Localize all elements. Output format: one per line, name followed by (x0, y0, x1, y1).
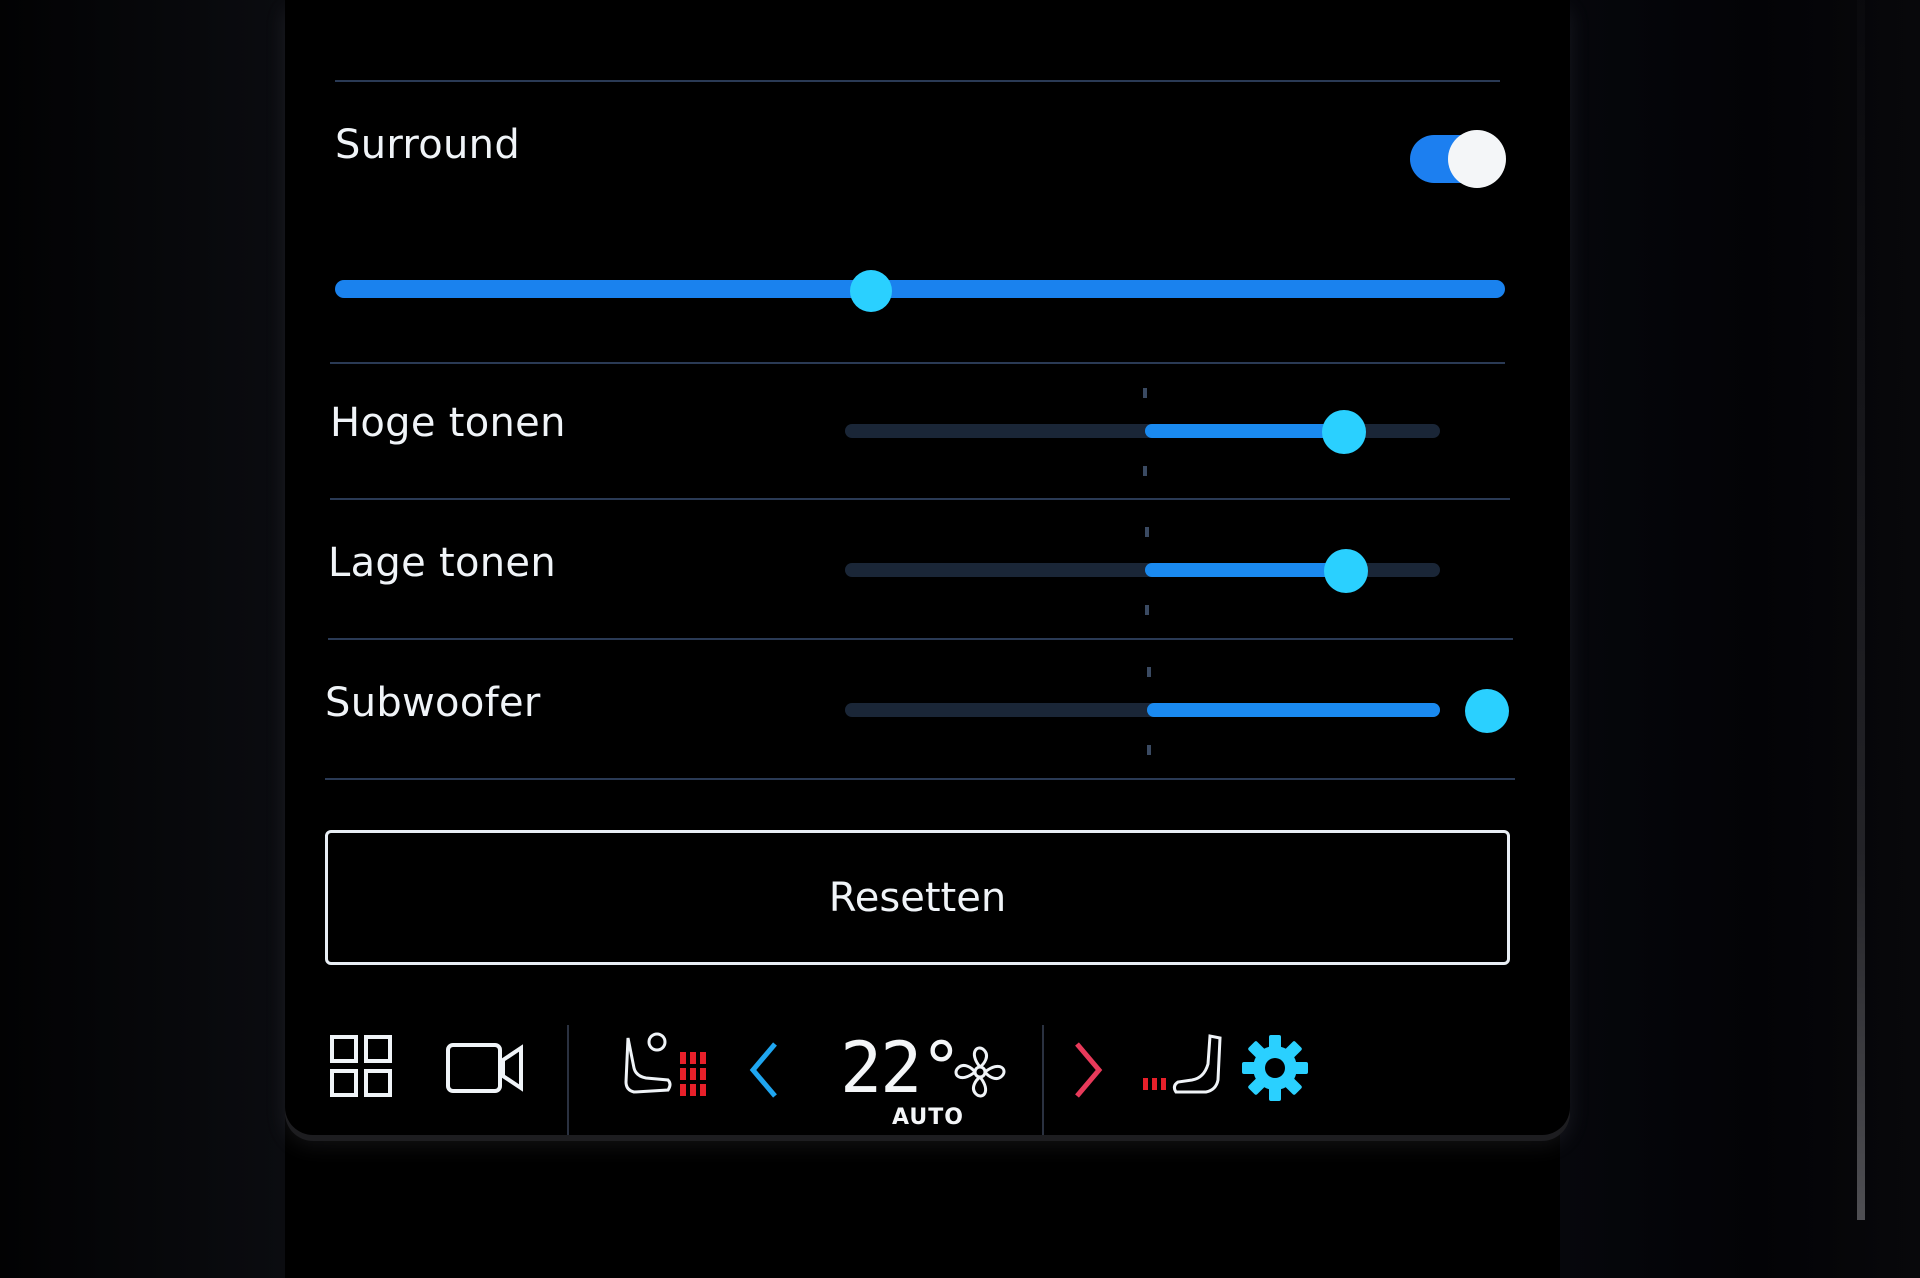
treble-center-mark (1143, 466, 1147, 476)
eq-label-subwoofer: Subwoofer (325, 680, 541, 726)
eq-label-treble: Hoge tonen (330, 400, 566, 446)
climate-mode[interactable]: AUTO (892, 1105, 964, 1130)
dashboard-bezel-right (1560, 0, 1920, 1278)
bass-center-mark (1145, 605, 1149, 615)
dashboard-bezel-left (0, 0, 285, 1278)
treble-center-mark (1143, 388, 1147, 398)
chevron-right-icon[interactable] (1067, 1040, 1107, 1104)
subwoofer-center-mark (1147, 667, 1151, 677)
gear-icon[interactable] (1240, 1033, 1310, 1107)
bar-divider (567, 1025, 569, 1135)
fan-icon[interactable] (950, 1042, 1010, 1106)
eq-label-bass: Lage tonen (328, 540, 556, 586)
temperature-readout[interactable]: 22° (840, 1027, 962, 1109)
subwoofer-slider-fill (1147, 703, 1440, 717)
bass-slider-fill (1145, 563, 1342, 577)
bass-center-mark (1145, 527, 1149, 537)
toggle-knob[interactable] (1448, 130, 1506, 188)
camera-icon[interactable] (445, 1040, 525, 1100)
home-grid-icon[interactable] (330, 1035, 394, 1103)
infotainment-screen: Surround Hoge tonen Lage tonen Subwoofer… (285, 0, 1570, 1135)
divider (328, 638, 1513, 640)
divider (330, 498, 1510, 500)
bar-divider (1042, 1025, 1044, 1135)
passenger-seat-heat-icon[interactable] (1140, 1030, 1230, 1104)
surround-level-slider[interactable] (335, 280, 1505, 298)
reset-button[interactable]: Resetten (325, 830, 1510, 965)
surround-label: Surround (335, 122, 521, 168)
reset-button-label: Resetten (828, 874, 1007, 921)
divider (330, 362, 1505, 364)
driver-seat-heat-icon[interactable] (620, 1030, 715, 1104)
treble-slider-fill (1145, 424, 1340, 438)
divider (325, 778, 1515, 780)
subwoofer-slider-handle[interactable] (1465, 689, 1509, 733)
divider (335, 80, 1500, 82)
surround-level-handle[interactable] (850, 270, 892, 312)
chevron-left-icon[interactable] (745, 1040, 785, 1104)
treble-slider-handle[interactable] (1322, 410, 1366, 454)
surround-toggle[interactable] (1410, 130, 1506, 188)
trim-strip (1857, 0, 1865, 1220)
subwoofer-center-mark (1147, 745, 1151, 755)
bass-slider-handle[interactable] (1324, 549, 1368, 593)
